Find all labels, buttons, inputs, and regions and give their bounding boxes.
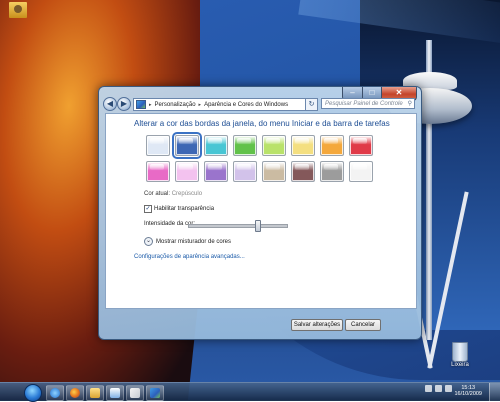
color-mixer-label[interactable]: Mostrar misturador de cores bbox=[156, 239, 231, 245]
content-panel: Alterar a cor das bordas da janela, do m… bbox=[105, 113, 417, 309]
color-swatch-frost[interactable] bbox=[349, 161, 373, 182]
volume-icon[interactable] bbox=[435, 385, 442, 392]
breadcrumb-arrow-icon: ▸ bbox=[149, 101, 152, 108]
appearance-window: – □ ✕ ◀ ▶ ▸ Personalização ▸ Aparência e… bbox=[98, 86, 422, 340]
color-swatch-lavender[interactable] bbox=[233, 161, 257, 182]
search-icon[interactable]: ⚲ bbox=[408, 99, 412, 110]
color-swatch-sky[interactable] bbox=[146, 135, 170, 156]
color-swatch-taupe[interactable] bbox=[262, 161, 286, 182]
show-desktop-button[interactable] bbox=[489, 383, 500, 401]
paint-icon bbox=[130, 388, 140, 398]
refresh-button[interactable]: ↻ bbox=[305, 98, 318, 111]
clock[interactable]: 15:13 16/10/2009 bbox=[454, 385, 482, 397]
control-panel-icon bbox=[150, 388, 160, 398]
internet-explorer-icon bbox=[50, 388, 60, 398]
color-swatch-ruby[interactable] bbox=[349, 135, 373, 156]
transparency-option[interactable]: ✓ Habilitar transparência bbox=[144, 205, 214, 213]
taskbar-control-panel[interactable] bbox=[146, 385, 164, 401]
navigation-bar: ◀ ▶ ▸ Personalização ▸ Aparência e Cores… bbox=[101, 97, 419, 113]
color-swatch-lime[interactable] bbox=[262, 135, 286, 156]
color-swatch-leaf[interactable] bbox=[233, 135, 257, 156]
address-bar[interactable]: ▸ Personalização ▸ Aparência e Cores do … bbox=[133, 98, 307, 111]
flag-icon[interactable] bbox=[445, 385, 452, 392]
transparency-checkbox[interactable]: ✓ bbox=[144, 205, 152, 213]
taskbar-paint[interactable] bbox=[126, 385, 144, 401]
search-input[interactable]: Pesquisar Painel de Controle ⚲ bbox=[321, 98, 415, 109]
user-folder-icon bbox=[9, 2, 27, 18]
back-button[interactable]: ◀ bbox=[103, 97, 117, 111]
save-button[interactable]: Salvar alterações bbox=[291, 319, 343, 331]
advanced-appearance-link[interactable]: Configurações de aparência avançadas... bbox=[134, 254, 245, 260]
recycle-bin-icon bbox=[452, 342, 468, 362]
color-swatch-twilight[interactable] bbox=[172, 132, 202, 159]
intensity-slider[interactable] bbox=[188, 220, 288, 232]
forward-button[interactable]: ▶ bbox=[117, 97, 131, 111]
taskbar: 15:13 16/10/2009 bbox=[0, 382, 500, 402]
color-swatch-pumpkin-light[interactable] bbox=[291, 135, 315, 156]
color-swatch-slate[interactable] bbox=[320, 161, 344, 182]
current-color: Cor atual: Crepúsculo bbox=[144, 191, 202, 197]
media-player-icon bbox=[110, 388, 120, 398]
taskbar-explorer[interactable] bbox=[86, 385, 104, 401]
breadcrumb-arrow-icon: ▸ bbox=[198, 101, 202, 108]
transparency-label[interactable]: Habilitar transparência bbox=[154, 206, 214, 212]
start-button[interactable] bbox=[24, 384, 42, 402]
breadcrumb-appearance[interactable]: Aparência e Cores do Windows bbox=[204, 102, 288, 108]
color-swatch-blush[interactable] bbox=[175, 161, 199, 182]
system-tray bbox=[425, 385, 452, 392]
intensity-slider-thumb[interactable] bbox=[254, 220, 261, 232]
desktop-icon-user-folder[interactable] bbox=[0, 2, 36, 18]
color-swatch-violet[interactable] bbox=[204, 161, 228, 182]
taskbar-internet-explorer[interactable] bbox=[46, 385, 64, 401]
current-color-label: Cor atual: bbox=[144, 191, 171, 197]
breadcrumb-personalization[interactable]: Personalização bbox=[155, 102, 196, 108]
taskbar-firefox[interactable] bbox=[66, 385, 84, 401]
control-panel-icon bbox=[136, 100, 146, 109]
dialog-footer: Salvar alterações Cancelar bbox=[105, 307, 415, 333]
current-color-value: Crepúsculo bbox=[171, 191, 203, 197]
cancel-button[interactable]: Cancelar bbox=[345, 319, 381, 331]
folder-icon bbox=[90, 388, 100, 398]
recycle-bin-label: Lixeira bbox=[451, 362, 469, 368]
search-placeholder: Pesquisar Painel de Controle bbox=[325, 101, 403, 107]
color-mixer-toggle[interactable]: ⌄ Mostrar misturador de cores bbox=[144, 237, 231, 246]
network-icon[interactable] bbox=[425, 385, 432, 392]
color-swatch-sea[interactable] bbox=[204, 135, 228, 156]
desktop-icon-recycle-bin[interactable]: Lixeira bbox=[442, 342, 478, 368]
clock-date: 16/10/2009 bbox=[454, 391, 482, 397]
color-swatch-chocolate[interactable] bbox=[291, 161, 315, 182]
color-swatch-fuchsia[interactable] bbox=[146, 161, 170, 182]
color-swatch-pumpkin[interactable] bbox=[320, 135, 344, 156]
chevron-down-icon[interactable]: ⌄ bbox=[144, 237, 153, 246]
firefox-icon bbox=[70, 388, 80, 398]
page-heading: Alterar a cor das bordas da janela, do m… bbox=[134, 119, 390, 128]
taskbar-media-player[interactable] bbox=[106, 385, 124, 401]
